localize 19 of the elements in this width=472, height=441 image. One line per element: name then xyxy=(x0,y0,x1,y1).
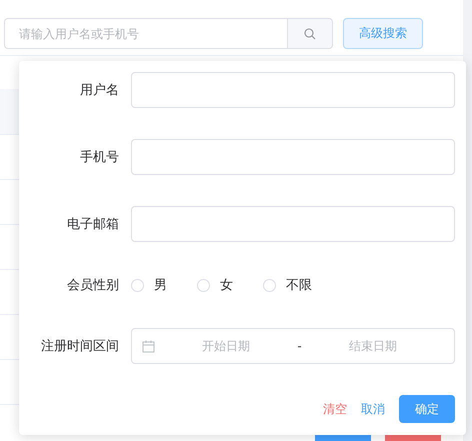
calendar-icon xyxy=(142,340,155,352)
field-label: 电子邮箱 xyxy=(66,216,119,233)
input-field[interactable] xyxy=(131,139,455,175)
radio-option[interactable]: 不限 xyxy=(263,276,312,294)
radio-option[interactable]: 女 xyxy=(197,276,233,294)
field-label: 用户名 xyxy=(79,82,119,99)
search-field[interactable]: 请输入用户名或手机号 xyxy=(4,18,287,49)
start-date-placeholder: 开始日期 xyxy=(201,338,252,354)
search-icon xyxy=(304,28,316,40)
date-range-field[interactable]: 开始日期 - 结束日期 xyxy=(131,328,455,364)
radio-option[interactable]: 男 xyxy=(131,276,167,294)
input-field[interactable] xyxy=(131,206,455,242)
input-field[interactable] xyxy=(131,72,455,108)
end-date-placeholder: 结束日期 xyxy=(348,338,398,354)
field-label: 注册时间区间 xyxy=(40,338,119,355)
range-separator: - xyxy=(297,339,302,353)
field-label: 手机号 xyxy=(79,149,119,166)
search-button[interactable] xyxy=(287,18,333,49)
field-label: 会员性别 xyxy=(66,277,119,294)
